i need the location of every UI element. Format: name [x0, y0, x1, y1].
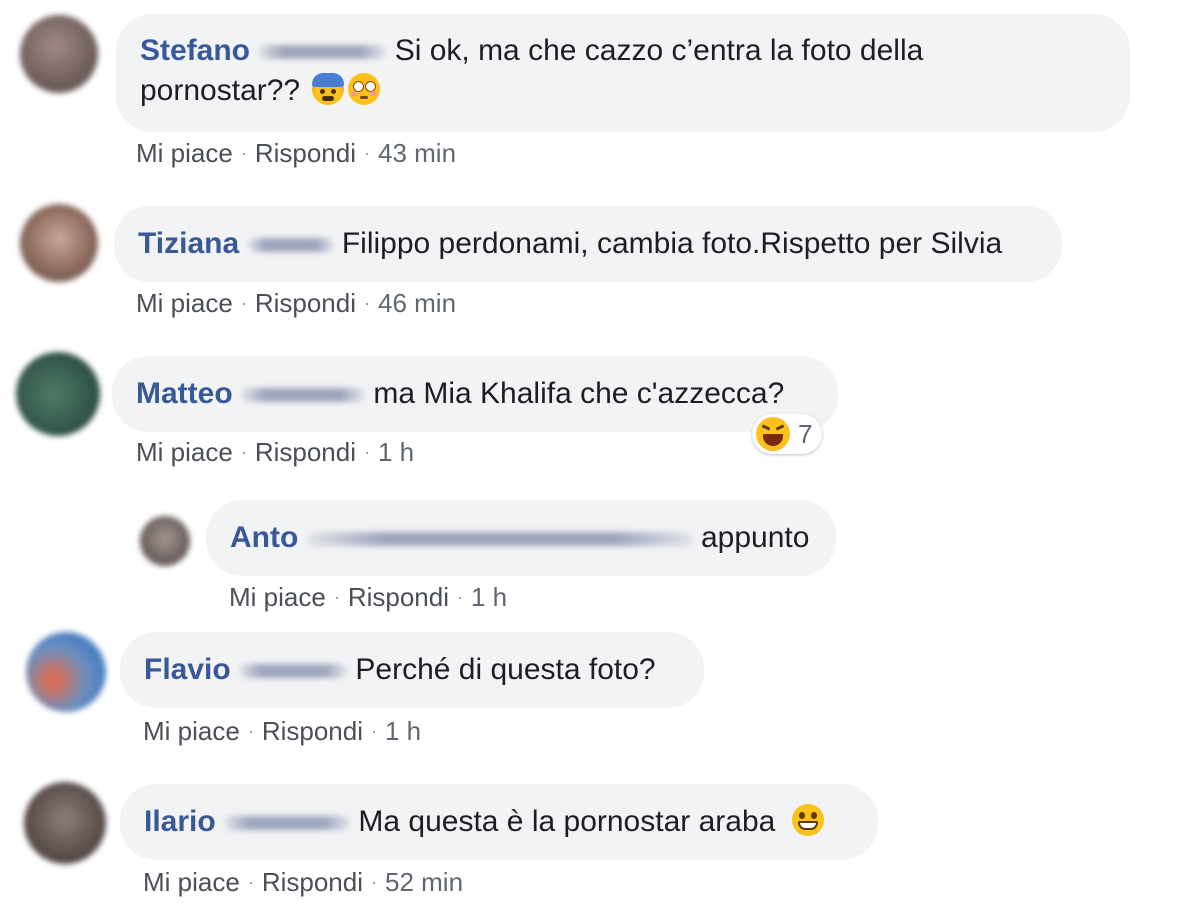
reaction-count: 7: [798, 418, 813, 449]
comment-actions: Mi piace · Rispondi · 1 h: [229, 582, 507, 613]
redacted-surname: [258, 45, 387, 60]
author-name[interactable]: Stefano: [140, 34, 250, 67]
comment-text-continued: pornostar??: [140, 74, 301, 107]
comment-bubble: Ilario Ma questa è la pornostar araba: [120, 784, 878, 860]
reply-link[interactable]: Rispondi: [348, 582, 449, 612]
comment-text: ma Mia Khalifa che c'azzecca?: [373, 377, 785, 410]
separator: ·: [247, 721, 254, 741]
comment-text: Ma questa è la pornostar araba: [358, 805, 776, 838]
comment-text: appunto: [701, 521, 810, 554]
separator: ·: [247, 872, 254, 892]
comment-actions: Mi piace · Rispondi · 43 min: [136, 138, 456, 169]
redacted-surname: [241, 388, 366, 403]
comment-actions: Mi piace · Rispondi · 1 h: [136, 437, 414, 468]
separator: ·: [333, 587, 340, 607]
comment-actions: Mi piace · Rispondi · 52 min: [143, 867, 463, 898]
timestamp[interactable]: 46 min: [378, 288, 456, 318]
like-link[interactable]: Mi piace: [229, 582, 326, 612]
like-link[interactable]: Mi piace: [136, 437, 233, 467]
avatar[interactable]: [20, 204, 98, 282]
separator: ·: [364, 442, 370, 462]
redacted-surname: [239, 664, 348, 679]
reply-bubble: Anto appunto: [206, 500, 836, 576]
comment-bubble: Tiziana Filippo perdonami, cambia foto.R…: [114, 206, 1062, 282]
comment-list: Stefano Si ok, ma che cazzo c’entra la f…: [0, 0, 1200, 921]
separator: ·: [240, 143, 247, 163]
separator: ·: [371, 721, 377, 741]
author-name[interactable]: Matteo: [136, 377, 233, 410]
comment-text: Filippo perdonami, cambia foto.Rispetto …: [341, 227, 1003, 260]
reply-link[interactable]: Rispondi: [262, 867, 363, 897]
timestamp[interactable]: 43 min: [378, 138, 456, 168]
comment-actions: Mi piace · Rispondi · 46 min: [136, 288, 456, 319]
like-link[interactable]: Mi piace: [143, 716, 240, 746]
redacted-surname: [224, 816, 351, 831]
redacted-surname: [247, 238, 334, 253]
grinning-face-emoji: [791, 804, 824, 836]
separator: ·: [364, 293, 370, 313]
author-name[interactable]: Flavio: [144, 653, 231, 686]
avatar[interactable]: [140, 516, 190, 566]
comment-bubble: Flavio Perché di questa foto?: [120, 632, 704, 708]
like-link[interactable]: Mi piace: [136, 138, 233, 168]
reaction-summary[interactable]: 7: [752, 414, 823, 454]
author-name[interactable]: Tiziana: [138, 227, 239, 260]
reply-link[interactable]: Rispondi: [255, 288, 356, 318]
comment-bubble: Stefano Si ok, ma che cazzo c’entra la f…: [116, 14, 1130, 132]
timestamp[interactable]: 1 h: [385, 716, 421, 746]
avatar[interactable]: [26, 632, 106, 712]
separator: ·: [371, 872, 377, 892]
reply-link[interactable]: Rispondi: [255, 437, 356, 467]
comment-text: Perché di questa foto?: [355, 653, 656, 686]
like-link[interactable]: Mi piace: [136, 288, 233, 318]
anxious-face-emoji: [312, 73, 345, 105]
comment-actions: Mi piace · Rispondi · 1 h: [143, 716, 421, 747]
timestamp[interactable]: 1 h: [471, 582, 507, 612]
comment-text: Si ok, ma che cazzo c’entra la foto dell…: [394, 34, 924, 67]
like-link[interactable]: Mi piace: [143, 867, 240, 897]
separator: ·: [240, 293, 247, 313]
timestamp[interactable]: 1 h: [378, 437, 414, 467]
laughing-face-emoji: [756, 417, 790, 451]
author-name[interactable]: Anto: [230, 521, 298, 554]
separator: ·: [364, 143, 370, 163]
separator: ·: [457, 587, 463, 607]
reply-link[interactable]: Rispondi: [262, 716, 363, 746]
timestamp[interactable]: 52 min: [385, 867, 463, 897]
comment-bubble: Matteo ma Mia Khalifa che c'azzecca?: [112, 356, 838, 432]
redacted-surname: [306, 532, 693, 547]
avatar[interactable]: [16, 352, 100, 436]
avatar[interactable]: [24, 782, 106, 864]
flushed-face-emoji: [348, 73, 381, 105]
author-name[interactable]: Ilario: [144, 805, 216, 838]
avatar[interactable]: [20, 15, 98, 93]
separator: ·: [240, 442, 247, 462]
reply-link[interactable]: Rispondi: [255, 138, 356, 168]
